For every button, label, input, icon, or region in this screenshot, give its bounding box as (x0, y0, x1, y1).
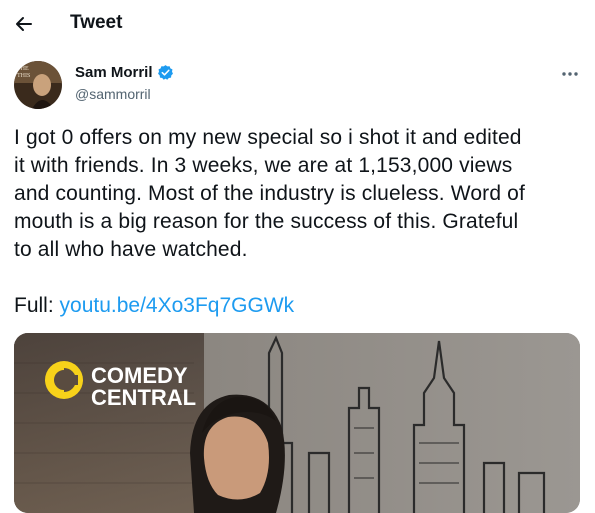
tweet-text-line: mouth is a big reason for the success of… (14, 210, 519, 233)
svg-text:THIS: THIS (17, 73, 30, 79)
more-options-button[interactable] (556, 64, 584, 84)
more-horizontal-icon (562, 72, 578, 76)
avatar[interactable]: THE THIS (14, 61, 62, 109)
youtube-link[interactable]: youtu.be/4Xo3Fq7GGWk (60, 294, 295, 317)
tweet-text-line: to all who have watched. (14, 238, 248, 261)
author-handle[interactable]: @sammorril (75, 86, 151, 102)
tweet-text-line: it with friends. In 3 weeks, we are at 1… (14, 154, 513, 177)
tweet-text-line: and counting. Most of the industry is cl… (14, 182, 525, 205)
author-name-row[interactable]: Sam Morril (75, 64, 174, 81)
tweet-text-line: I got 0 offers on my new special so i sh… (14, 126, 522, 149)
logo-central-text: CENTRAL (91, 385, 196, 410)
author-display-name[interactable]: Sam Morril (75, 64, 153, 81)
page-title: Tweet (70, 12, 123, 33)
verified-badge-icon (157, 65, 173, 80)
tweet-text: I got 0 offers on my new special so i sh… (14, 124, 579, 264)
tweet-header: Tweet (0, 0, 595, 48)
full-link-row: Full: youtu.be/4Xo3Fq7GGWk (14, 292, 294, 320)
svg-text:THE: THE (17, 66, 29, 72)
full-label: Full: (14, 294, 54, 317)
back-button[interactable] (10, 10, 40, 38)
video-thumbnail[interactable]: COMEDY CENTRAL (14, 333, 580, 513)
arrow-left-icon (16, 17, 32, 31)
